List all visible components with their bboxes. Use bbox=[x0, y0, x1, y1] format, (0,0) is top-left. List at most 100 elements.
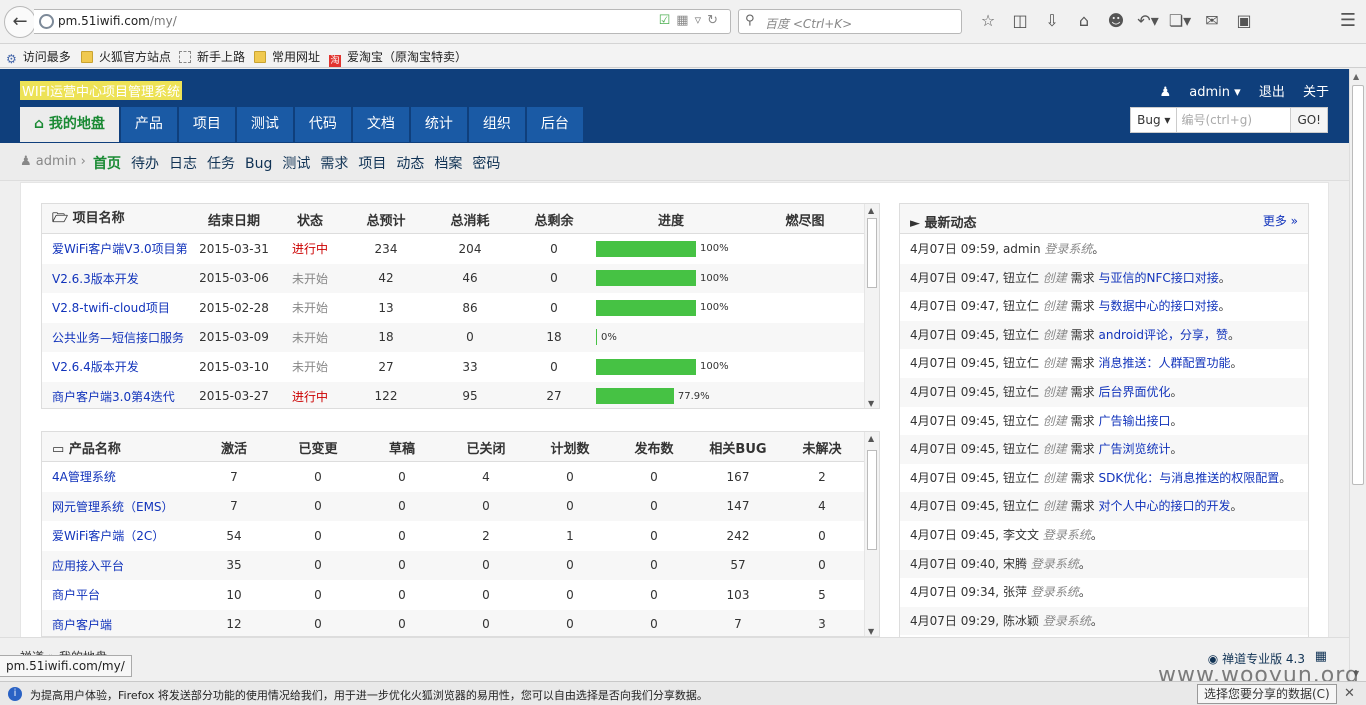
subnav-profile[interactable]: 档案 bbox=[434, 156, 462, 172]
dynamic-object-link[interactable]: 与数据中心的接口对接 bbox=[1098, 299, 1218, 313]
home-icon[interactable]: ⌂ bbox=[1068, 11, 1100, 30]
dynamic-object-link[interactable]: 消息推送：人群配置功能 bbox=[1098, 356, 1230, 370]
crop-icon[interactable]: ❏▾ bbox=[1164, 11, 1196, 30]
bookmark-star-icon[interactable]: ☆ bbox=[972, 11, 1004, 30]
dynamic-object-link[interactable]: 对个人中心的接口的开发 bbox=[1098, 499, 1230, 513]
search-bar[interactable]: ⚲ 百度 <Ctrl+K> bbox=[738, 9, 962, 34]
dynamic-object-link[interactable]: 广告输出接口 bbox=[1098, 414, 1170, 428]
dropdown-icon[interactable]: ▿ bbox=[695, 13, 708, 28]
scroll-thumb[interactable] bbox=[867, 218, 877, 288]
dynamic-object-link[interactable]: SDK优化：与消息推送的权限配置 bbox=[1098, 471, 1279, 485]
menu-icon[interactable]: ☰ bbox=[1340, 10, 1356, 31]
page-scrollbar[interactable]: ▲ ▼ bbox=[1349, 69, 1366, 681]
subnav-bug[interactable]: Bug bbox=[245, 156, 272, 172]
project-name-link[interactable]: 商户客户端3.0第4迭代 bbox=[42, 381, 192, 408]
subnav-test[interactable]: 测试 bbox=[282, 156, 310, 172]
project-name-link[interactable]: 公共业务—短信接口服务 bbox=[42, 322, 192, 352]
burndown-cell bbox=[746, 381, 864, 408]
col-end-date[interactable]: 结束日期 bbox=[192, 204, 276, 234]
nav-test[interactable]: 测试 bbox=[236, 107, 293, 142]
subnav-project[interactable]: 项目 bbox=[358, 156, 386, 172]
download-icon[interactable]: ⇩ bbox=[1036, 11, 1068, 30]
nav-stats[interactable]: 统计 bbox=[410, 107, 467, 142]
scroll-up-icon[interactable]: ▲ bbox=[1353, 72, 1359, 81]
project-name-link[interactable]: V2.8-twifi-cloud项目 bbox=[42, 293, 192, 323]
scroll-thumb[interactable] bbox=[1352, 85, 1364, 485]
scroll-up-icon[interactable]: ▲ bbox=[868, 206, 874, 215]
subnav-password[interactable]: 密码 bbox=[472, 156, 500, 172]
shield-icon[interactable]: ☑ bbox=[659, 13, 677, 28]
dynamic-object-link[interactable]: android评论，分享，赞 bbox=[1098, 328, 1228, 342]
about-link[interactable]: 关于 bbox=[1303, 85, 1329, 100]
product-name-link[interactable]: 商户平台 bbox=[42, 580, 192, 610]
user-menu[interactable]: ♟ admin ▾ bbox=[1159, 85, 1240, 100]
progress-cell: 100% bbox=[596, 234, 746, 264]
bookmark-most-visited[interactable]: ⚙ 访问最多 bbox=[6, 48, 71, 66]
more-link[interactable]: 更多 » bbox=[1263, 212, 1298, 229]
reload-icon[interactable]: ↻ bbox=[707, 13, 724, 28]
bookmark-common-sites[interactable]: 常用网址 bbox=[254, 48, 320, 65]
gear-icon: ⚙ bbox=[6, 52, 17, 66]
qrcode-icon[interactable]: ▦ bbox=[1315, 649, 1327, 664]
table-cell: 7 bbox=[230, 469, 238, 484]
dynamic-object-link[interactable]: 广告浏览统计 bbox=[1098, 442, 1170, 456]
back-arrow-icon[interactable]: ← bbox=[4, 6, 36, 38]
dynamic-object-link[interactable]: 与亚信的NFC接口对接 bbox=[1098, 271, 1218, 285]
subnav-home[interactable]: 首页 bbox=[93, 156, 121, 172]
project-scrollbar[interactable]: ▲ ▼ bbox=[864, 204, 879, 408]
col-left[interactable]: 总剩余 bbox=[512, 204, 596, 234]
nav-org[interactable]: 组织 bbox=[468, 107, 525, 142]
logout-link[interactable]: 退出 bbox=[1259, 85, 1285, 100]
qr-icon[interactable]: ▦ bbox=[676, 13, 694, 28]
close-icon[interactable]: ✕ bbox=[1344, 686, 1355, 701]
dynamic-object-link[interactable]: 后台界面优化 bbox=[1098, 385, 1170, 399]
product-name-link[interactable]: 应用接入平台 bbox=[42, 550, 192, 580]
undo-icon[interactable]: ↶▾ bbox=[1132, 11, 1164, 30]
col-estimate[interactable]: 总预计 bbox=[344, 204, 428, 234]
bookmark-firefox-site[interactable]: 火狐官方站点 bbox=[81, 48, 171, 65]
col-unresolved: 未解决 bbox=[802, 441, 842, 457]
product-name-link[interactable]: 爱WiFi客户端（2C） bbox=[42, 521, 192, 551]
project-name-link[interactable]: V2.6.4版本开发 bbox=[42, 352, 192, 382]
scroll-up-icon[interactable]: ▲ bbox=[868, 434, 874, 443]
subnav-task[interactable]: 任务 bbox=[207, 156, 235, 172]
nav-admin[interactable]: 后台 bbox=[526, 107, 583, 142]
product-name-link[interactable]: 商户客户端 bbox=[42, 609, 192, 636]
bookmark-getting-started[interactable]: 新手上路 bbox=[179, 48, 245, 65]
bookmark-aitaobao[interactable]: 淘爱淘宝（原淘宝特卖） bbox=[329, 48, 467, 67]
subnav-log[interactable]: 日志 bbox=[169, 156, 197, 172]
project-name-link[interactable]: V2.6.3版本开发 bbox=[42, 263, 192, 293]
product-name-link[interactable]: 4A管理系统 bbox=[42, 462, 192, 492]
col-status[interactable]: 状态 bbox=[276, 204, 344, 234]
dynamic-time: 4月07日 09:29, bbox=[910, 613, 1000, 628]
url-text[interactable]: pm.51iwifi.com/my/ bbox=[58, 14, 177, 28]
nav-project[interactable]: 项目 bbox=[178, 107, 235, 142]
scroll-thumb[interactable] bbox=[867, 450, 877, 550]
nav-doc[interactable]: 文档 bbox=[352, 107, 409, 142]
subnav-story[interactable]: 需求 bbox=[320, 156, 348, 172]
object-id-input[interactable]: 编号(ctrl+g) bbox=[1177, 107, 1292, 133]
product-scrollbar[interactable]: ▲ ▼ bbox=[864, 432, 879, 636]
chat-icon[interactable]: ☻ bbox=[1100, 11, 1132, 30]
subnav-todo[interactable]: 待办 bbox=[131, 156, 159, 172]
site-brand[interactable]: WIFI运营中心项目管理系统 bbox=[20, 81, 182, 100]
nav-my[interactable]: ⌂ 我的地盘 bbox=[20, 107, 119, 142]
nav-product[interactable]: 产品 bbox=[120, 107, 177, 142]
search-type-select[interactable]: Bug ▾ bbox=[1130, 107, 1178, 133]
product-name-link[interactable]: 网元管理系统（EMS） bbox=[42, 491, 192, 521]
comment-icon[interactable]: ✉ bbox=[1196, 11, 1228, 30]
share-data-button[interactable]: 选择您要分享的数据(C) bbox=[1197, 684, 1337, 704]
table-cell: 0 bbox=[566, 587, 574, 602]
subnav-dynamic[interactable]: 动态 bbox=[396, 156, 424, 172]
reading-list-icon[interactable]: ◫ bbox=[1004, 11, 1036, 30]
progress-bar bbox=[596, 329, 597, 346]
project-name-link[interactable]: 爱WiFi客户端V3.0项目第 bbox=[42, 234, 192, 264]
dynamic-end: 。 bbox=[1170, 384, 1183, 399]
go-button[interactable]: GO! bbox=[1291, 107, 1328, 133]
reader-icon[interactable]: ▣ bbox=[1228, 11, 1260, 30]
url-bar[interactable]: pm.51iwifi.com/my/ ☑▦▿↻ bbox=[34, 9, 731, 34]
nav-code[interactable]: 代码 bbox=[294, 107, 351, 142]
scroll-down-icon[interactable]: ▼ bbox=[868, 399, 874, 408]
scroll-down-icon[interactable]: ▼ bbox=[868, 627, 874, 636]
col-consumed[interactable]: 总消耗 bbox=[428, 204, 512, 234]
